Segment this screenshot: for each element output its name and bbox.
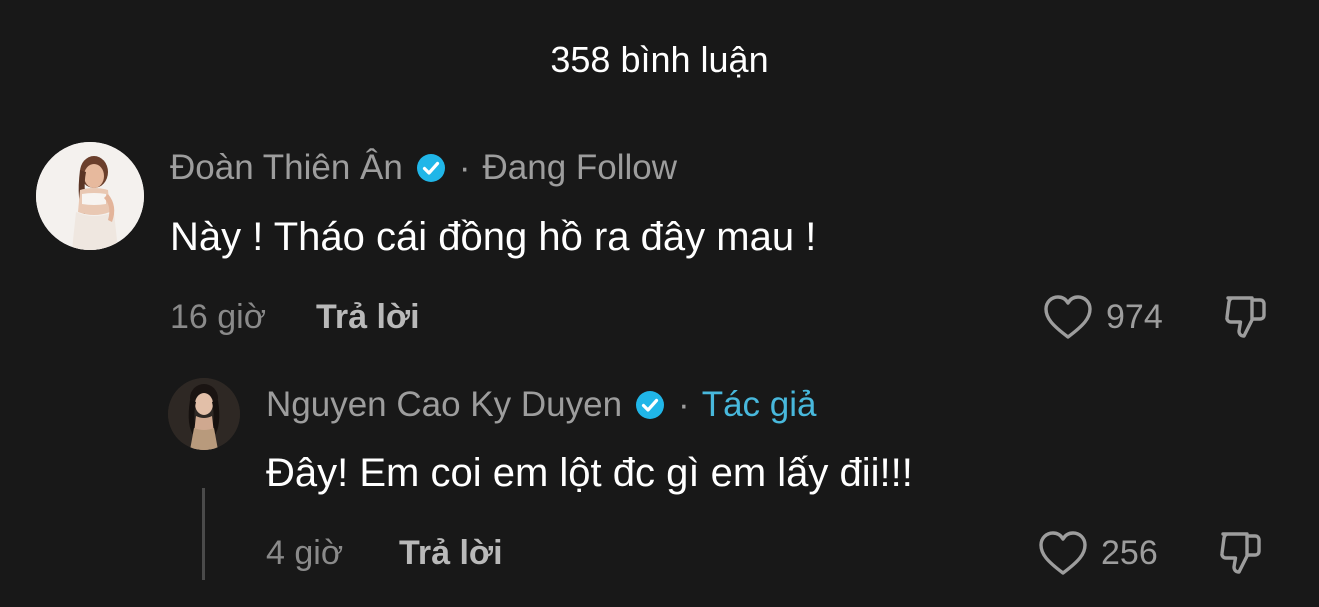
comment-author-line: Đoàn Thiên Ân · Đang Follow (170, 146, 677, 190)
thumbs-down-icon (1225, 296, 1266, 338)
follow-status: Đang Follow (482, 148, 678, 187)
heart-outline-icon (1039, 531, 1087, 575)
reply-time: 4 giờ (266, 534, 344, 572)
reply-button[interactable]: Trả lời (399, 532, 503, 574)
separator-dot: · (458, 148, 471, 187)
like-count: 256 (1101, 534, 1158, 572)
reply-author-name[interactable]: Nguyen Cao Ky Duyen (266, 383, 622, 427)
comment-text: Này ! Tháo cái đồng hồ ra đây mau ! (170, 215, 817, 259)
author-tag: Tác giả (701, 385, 817, 424)
avatar-photo (36, 142, 144, 250)
dislike-button[interactable] (1220, 290, 1272, 342)
verified-badge-icon (416, 154, 445, 182)
heart-outline-icon (1044, 295, 1092, 339)
reply-thread-line (202, 488, 205, 580)
reply-button[interactable]: Trả lời (316, 296, 420, 338)
reply-author-line: Nguyen Cao Ky Duyen · Tác giả (266, 383, 816, 427)
reply-text: Đây! Em coi em lột đc gì em lấy đii!!! (266, 451, 913, 495)
dislike-button[interactable] (1215, 526, 1267, 578)
avatar-photo (168, 378, 240, 450)
comments-count-title: 358 bình luận (550, 39, 769, 80)
like-count: 974 (1106, 298, 1163, 336)
avatar[interactable] (168, 378, 240, 450)
comment-author-name[interactable]: Đoàn Thiên Ân (170, 146, 403, 190)
avatar[interactable] (36, 142, 144, 250)
like-button[interactable]: 974 (1042, 293, 1163, 341)
like-button[interactable]: 256 (1037, 529, 1158, 577)
separator-dot: · (678, 385, 690, 424)
verified-badge-icon (636, 391, 665, 419)
thumbs-down-icon (1220, 532, 1261, 574)
comment-time: 16 giờ (170, 298, 267, 336)
